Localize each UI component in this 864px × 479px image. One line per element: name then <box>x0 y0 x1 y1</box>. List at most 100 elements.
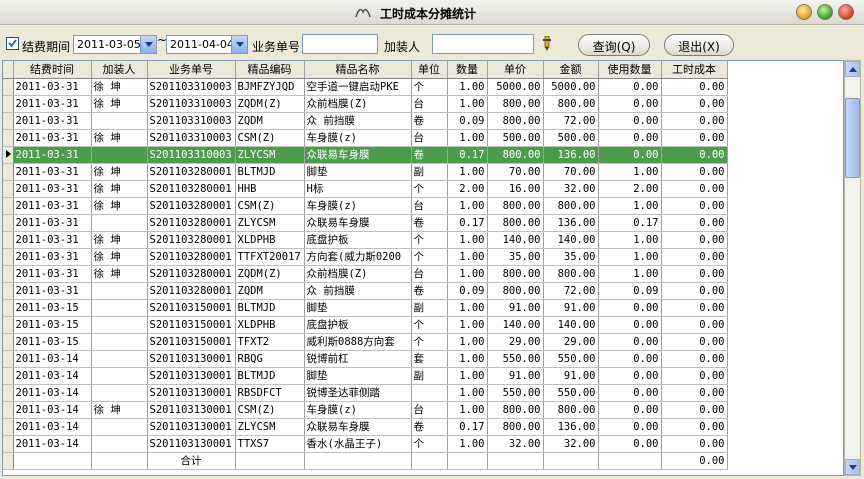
period-checkbox[interactable] <box>6 37 19 50</box>
table-cell: 1.00 <box>447 265 488 283</box>
date-to-dropdown-button[interactable] <box>231 36 247 53</box>
col-header[interactable]: 工时成本 <box>661 61 728 79</box>
col-header[interactable]: 结费时间 <box>13 61 92 79</box>
table-cell: 1.00 <box>447 435 488 453</box>
table-row[interactable]: 2011-03-14 S201103130001 TTXS7 香水(水晶王子) 个 1.0… <box>3 435 728 453</box>
table-cell: 徐 坤 <box>91 163 148 181</box>
date-to-picker[interactable]: 2011-04-04 <box>166 35 248 54</box>
close-button[interactable] <box>838 4 854 20</box>
table-row[interactable]: 2011-03-31 徐 坤 S201103310003 ZQDM(Z) 众前档膜(Z)… <box>3 95 728 113</box>
table-cell <box>91 146 148 164</box>
table-row[interactable]: 2011-03-31 徐 坤 S201103310003 CSM(Z) 车身膜(z) 台 1… <box>3 129 728 147</box>
table-row[interactable]: 2011-03-14 S201103130001 RBQG 锐博前杠套 1.00 550.… <box>3 350 728 368</box>
scroll-thumb[interactable] <box>845 98 860 178</box>
table-row[interactable]: 2011-03-15 S201103150001 XLDPHB 底盘护板个 1.00 14… <box>3 316 728 334</box>
table-cell: S201103310003 <box>147 95 236 113</box>
table-cell: 1.00 <box>447 384 488 402</box>
col-header[interactable]: 业务单号 <box>147 61 236 79</box>
table-row[interactable]: 2011-03-31 S201103310003 ZQDM 众 前挡膜卷 0.09 800… <box>3 112 728 130</box>
table-row[interactable]: 2011-03-31 徐 坤 S201103280001 ZQDM(Z) 众前档膜(Z)… <box>3 265 728 283</box>
table-cell: 套 <box>411 350 448 368</box>
table-cell: S201103280001 <box>147 163 236 181</box>
row-indicator <box>3 333 14 351</box>
exit-button[interactable]: 退出(X) <box>664 34 734 56</box>
table-cell: ZQDM(Z) <box>235 265 305 283</box>
table-row[interactable]: 2011-03-31 S201103280001 ZLYCSM 众联易车身膜卷 0.17… <box>3 214 728 232</box>
table-cell: S201103130001 <box>147 350 236 368</box>
table-row[interactable]: 2011-03-31 徐 坤 S201103310003 BJMFZYJQD 空手道一键… <box>3 78 728 96</box>
table-cell: 800.00 <box>543 95 599 113</box>
col-header[interactable]: 精品名称 <box>304 61 412 79</box>
scroll-up-button[interactable] <box>845 61 860 77</box>
row-indicator <box>3 180 14 198</box>
table-row[interactable]: 2011-03-15 S201103150001 TFXT2 威利斯0888方向套个 1… <box>3 333 728 351</box>
table-cell: 0.00 <box>661 146 728 164</box>
table-row[interactable]: 2011-03-15 S201103150001 BLTMJD 脚垫副 1.00 91.0… <box>3 299 728 317</box>
table-cell: ZLYCSM <box>235 146 305 164</box>
table-cell: 2011-03-31 <box>13 265 92 283</box>
table-cell: 2011-03-31 <box>13 214 92 232</box>
table-row[interactable]: 2011-03-14 S201103130001 BLTMJD 脚垫副 1.00 91.0… <box>3 367 728 385</box>
maximize-button[interactable] <box>817 4 833 20</box>
col-header[interactable]: 单位 <box>411 61 448 79</box>
table-cell: BLTMJD <box>235 163 305 181</box>
table-row[interactable]: 2011-03-31 S201103280001 ZQDM 众 前挡膜卷 0.09 800… <box>3 282 728 300</box>
col-header[interactable]: 加装人 <box>91 61 148 79</box>
table-cell: 0.00 <box>661 95 728 113</box>
table-row[interactable]: 2011-03-31 徐 坤 S201103280001 CSM(Z) 车身膜(z) 台 1… <box>3 197 728 215</box>
table-cell <box>91 299 148 317</box>
table-cell: 0.00 <box>598 112 662 130</box>
table-cell <box>91 316 148 334</box>
table-cell: TTXS7 <box>235 435 305 453</box>
col-header[interactable]: 使用数量 <box>598 61 662 79</box>
table-cell: 2011-03-14 <box>13 418 92 436</box>
date-from-picker[interactable]: 2011-03-05 <box>73 35 157 54</box>
vertical-scrollbar[interactable] <box>844 60 861 476</box>
table-cell: 0.00 <box>598 78 662 96</box>
table-cell: 70.00 <box>487 163 544 181</box>
col-header[interactable]: 数量 <box>447 61 488 79</box>
col-header[interactable]: 精品编码 <box>235 61 305 79</box>
table-cell: 29.00 <box>487 333 544 351</box>
date-from-dropdown-button[interactable] <box>140 36 156 53</box>
col-header[interactable]: 单价 <box>487 61 544 79</box>
table-row[interactable]: 2011-03-31 徐 坤 S201103280001 TTFXT20017 方向套(… <box>3 248 728 266</box>
table-row[interactable]: 2011-03-31 徐 坤 S201103280001 XLDPHB 底盘护板个 1.0… <box>3 231 728 249</box>
installer-input[interactable] <box>432 34 534 54</box>
table-cell: 70.00 <box>543 163 599 181</box>
table-cell: 0.17 <box>447 214 488 232</box>
table-cell: 500.00 <box>487 129 544 147</box>
table-cell: 众 前挡膜 <box>304 282 412 300</box>
table-cell: S201103280001 <box>147 248 236 266</box>
table-cell: S201103310003 <box>147 112 236 130</box>
table-cell: 2011-03-31 <box>13 163 92 181</box>
scroll-down-button[interactable] <box>845 459 860 475</box>
table-cell: 0.00 <box>661 384 728 402</box>
query-button[interactable]: 查询(Q) <box>578 34 650 56</box>
table-cell: 0.00 <box>598 316 662 334</box>
table-cell: 32.00 <box>543 180 599 198</box>
table-cell: 32.00 <box>487 435 544 453</box>
table-cell: 550.00 <box>543 350 599 368</box>
table-cell: 1.00 <box>447 231 488 249</box>
col-header[interactable]: 金额 <box>543 61 599 79</box>
table-row[interactable]: 2011-03-31 徐 坤 S201103280001 BLTMJD 脚垫副 1.00 7… <box>3 163 728 181</box>
table-cell: CSM(Z) <box>235 401 305 419</box>
minimize-button[interactable] <box>796 4 812 20</box>
row-indicator <box>3 248 14 266</box>
business-no-input[interactable] <box>302 34 378 54</box>
table-row[interactable]: 2011-03-31 S201103310003 ZLYCSM 众联易车身膜卷 0.17… <box>3 146 728 164</box>
table-cell: 2011-03-14 <box>13 350 92 368</box>
table-row[interactable]: 2011-03-14 S201103130001 RBSDFCT 锐博圣达菲侧踏 1.0… <box>3 384 728 402</box>
table-cell <box>91 214 148 232</box>
pencil-icon[interactable] <box>540 36 554 52</box>
table-row[interactable]: 2011-03-14 徐 坤 S201103130001 CSM(Z) 车身膜(z) 台 1… <box>3 401 728 419</box>
row-indicator <box>3 78 14 96</box>
table-cell: 800.00 <box>487 265 544 283</box>
table-row[interactable]: 2011-03-14 S201103130001 ZLYCSM 众联易车身膜卷 0.17… <box>3 418 728 436</box>
table-cell: S201103280001 <box>147 197 236 215</box>
table-cell: ZQDM <box>235 282 305 300</box>
table-cell: 徐 坤 <box>91 401 148 419</box>
table-row[interactable]: 2011-03-31 徐 坤 S201103280001 HHB H标个 2.00 16.0… <box>3 180 728 198</box>
table-cell: 1.00 <box>447 248 488 266</box>
